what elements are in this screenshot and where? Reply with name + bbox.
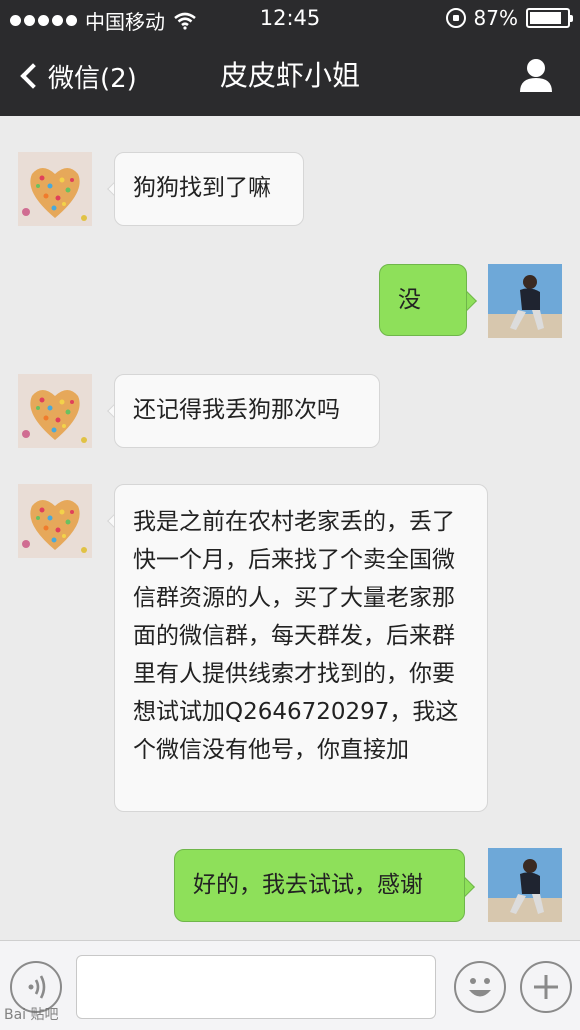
watermark: Bai 贴吧 [4,1007,59,1023]
battery-icon [526,8,573,28]
message-text: 好的，我去试试，感谢 [193,872,423,898]
message-bubble-outgoing[interactable]: 没 [379,264,467,336]
sprinkle-cookie-avatar [18,152,92,226]
profile-button[interactable] [518,56,554,96]
add-button[interactable] [520,961,572,1013]
sprinkle-cookie-avatar [18,484,92,558]
sprinkle-cookie-avatar [18,374,92,448]
message-text: 没 [398,287,421,313]
status-bar: 中国移动 12:45 87% [0,0,580,36]
my-avatar[interactable] [488,848,562,922]
emoji-button[interactable] [454,961,506,1013]
nav-bar: 微信(2) 皮皮虾小姐 [0,36,580,116]
person-photo-avatar [488,264,562,338]
smiley-icon [469,978,491,997]
message-bubble-incoming[interactable]: 我是之前在农村老家丢的，丢了快一个月，后来找了个卖全国微信群资源的人，买了大量老… [114,484,488,812]
contact-avatar[interactable] [18,374,92,448]
input-bar: Bai 贴吧 [0,940,580,1030]
contact-avatar[interactable] [18,152,92,226]
message-bubble-incoming[interactable]: 还记得我丢狗那次吗 [114,374,380,448]
contact-avatar[interactable] [18,484,92,558]
battery-fill [530,12,562,24]
message-bubble-incoming[interactable]: 狗狗找到了嘛 [114,152,304,226]
chat-area[interactable]: 狗狗找到了嘛 没 还记得我丢狗那次吗 我是之前在农村老家丢的，丢了快一个月，后来… [0,116,580,940]
back-button[interactable]: 微信(2) [16,56,137,96]
battery-percent: 87% [473,6,518,30]
status-right: 87% [445,6,573,30]
message-text: 我是之前在农村老家丢的，丢了快一个月，后来找了个卖全国微信群资源的人，买了大量老… [133,509,459,763]
rotation-lock-icon [445,8,466,28]
plus-icon [534,975,558,999]
back-label: 微信(2) [48,63,137,94]
person-icon [520,59,552,92]
message-text: 还记得我丢狗那次吗 [133,397,340,423]
my-avatar[interactable] [488,264,562,338]
message-bubble-outgoing[interactable]: 好的，我去试试，感谢 [174,849,465,922]
message-input[interactable] [76,955,436,1019]
message-text: 狗狗找到了嘛 [133,175,271,201]
chevron-left-icon [20,63,46,89]
person-photo-avatar [488,848,562,922]
